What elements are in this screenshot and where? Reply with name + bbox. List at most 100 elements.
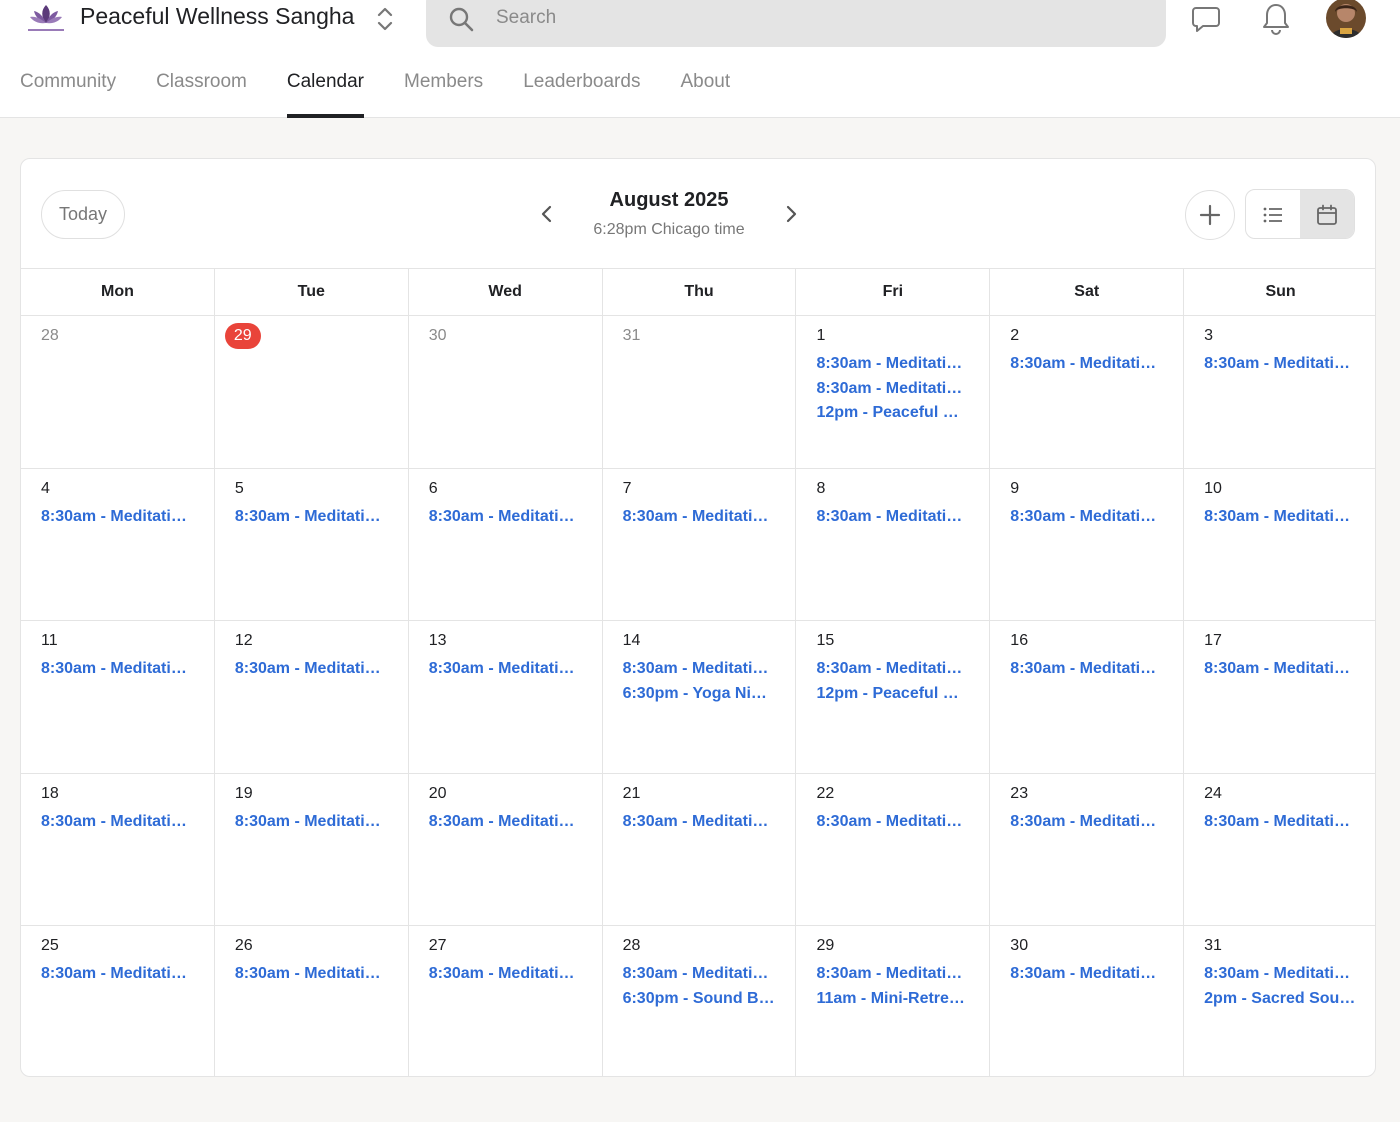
day-cell[interactable]: 30	[409, 316, 603, 468]
day-cell[interactable]: 5 8:30am - Meditatio…	[215, 468, 409, 620]
lotus-logo[interactable]	[26, 2, 66, 34]
day-cell[interactable]: 14 8:30am - Meditatio… 6:30pm - Yoga Nid…	[603, 621, 797, 773]
event-link[interactable]: 11am - Mini-Retre…	[816, 989, 969, 1009]
tab-about[interactable]: About	[680, 62, 730, 118]
event-link[interactable]: 8:30am - Meditatio…	[1010, 964, 1163, 984]
event-link[interactable]: 8:30am - Meditatio…	[41, 507, 194, 527]
event-link[interactable]: 8:30am - Meditatio…	[429, 507, 582, 527]
day-cell[interactable]: 13 8:30am - Meditatio…	[409, 621, 603, 773]
tab-members[interactable]: Members	[404, 62, 483, 118]
day-cell[interactable]: 10 8:30am - Meditatio…	[1184, 469, 1375, 621]
day-number: 18	[41, 784, 59, 802]
tab-calendar[interactable]: Calendar	[286, 62, 365, 118]
event-link[interactable]: 8:30am - Meditatio…	[1010, 354, 1163, 374]
list-view-button[interactable]	[1246, 190, 1300, 238]
event-link[interactable]: 8:30am - Meditatio…	[429, 964, 582, 984]
event-link[interactable]: 8:30am - Meditatio…	[623, 659, 776, 679]
add-event-button[interactable]	[1185, 190, 1235, 240]
day-cell[interactable]: 23 8:30am - Meditatio…	[990, 773, 1185, 925]
day-cell[interactable]: 27 8:30am - Meditatio…	[409, 926, 603, 1076]
chat-icon[interactable]	[1186, 0, 1226, 38]
day-cell[interactable]: 4 8:30am - Meditatio…	[21, 468, 215, 620]
day-number: 1	[816, 327, 826, 344]
day-cell[interactable]: 24 8:30am - Meditatio…	[1184, 774, 1375, 926]
avatar[interactable]	[1326, 0, 1366, 38]
day-cell[interactable]: 30 8:30am - Meditatio…	[990, 926, 1185, 1076]
day-cell[interactable]: 25 8:30am - Meditatio…	[21, 926, 215, 1076]
day-cell[interactable]: 15 8:30am - Meditatio… 12pm - Peaceful M…	[796, 621, 991, 773]
day-cell[interactable]: 26 8:30am - Meditatio…	[215, 926, 409, 1076]
day-cell[interactable]: 17 8:30am - Meditatio…	[1184, 621, 1375, 773]
event-link[interactable]: 8:30am - Meditatio…	[623, 507, 776, 527]
day-cell[interactable]: 9 8:30am - Meditatio…	[990, 468, 1185, 620]
event-link[interactable]: 8:30am - Meditatio…	[1204, 507, 1357, 527]
day-cell[interactable]: 2 8:30am - Meditatio…	[990, 316, 1185, 468]
event-link[interactable]: 2pm - Sacred Soun…	[1204, 989, 1357, 1009]
event-link[interactable]: 8:30am - Meditatio…	[235, 812, 388, 832]
event-link[interactable]: 6:30pm - Yoga Nid…	[623, 684, 776, 704]
day-cell[interactable]: 29 8:30am - Meditatio… 11am - Mini-Retre…	[796, 926, 991, 1076]
event-link[interactable]: 8:30am - Meditatio…	[1010, 812, 1163, 832]
event-link[interactable]: 8:30am - Meditatio…	[1010, 659, 1163, 679]
event-link[interactable]: 8:30am - Meditatio…	[235, 659, 388, 679]
day-cell[interactable]: 12 8:30am - Meditatio…	[215, 621, 409, 773]
day-number: 4	[41, 479, 50, 497]
day-cell[interactable]: 7 8:30am - Meditatio…	[603, 468, 797, 620]
day-cell[interactable]: 31	[603, 316, 797, 468]
event-link[interactable]: 8:30am - Meditatio…	[1204, 964, 1357, 984]
day-number: 30	[428, 327, 447, 344]
event-link[interactable]: 8:30am - Meditatio…	[623, 812, 776, 832]
day-cell[interactable]: 28 8:30am - Meditatio… 6:30pm - Sound Ba…	[603, 926, 797, 1076]
day-cell[interactable]: 3 8:30am - Meditatio…	[1184, 316, 1375, 468]
event-link[interactable]: 8:30am - Meditatio…	[1204, 812, 1357, 832]
day-number: 27	[428, 937, 447, 954]
today-button[interactable]: Today	[41, 190, 125, 239]
community-name[interactable]: Peaceful Wellness Sangha	[80, 3, 354, 30]
tab-community[interactable]: Community	[20, 62, 116, 118]
day-cell[interactable]: 28	[21, 316, 215, 468]
event-link[interactable]: 12pm - Peaceful M…	[816, 684, 969, 704]
event-link[interactable]: 8:30am - Meditatio…	[816, 379, 969, 399]
day-cell[interactable]: 6 8:30am - Meditatio…	[409, 468, 603, 620]
event-link[interactable]: 6:30pm - Sound Ba…	[623, 989, 776, 1009]
event-link[interactable]: 8:30am - Meditatio…	[623, 964, 776, 984]
calendar-icon	[1317, 204, 1337, 225]
search-bar[interactable]	[426, 0, 1166, 47]
day-cell[interactable]: 20 8:30am - Meditatio…	[409, 773, 603, 925]
event-link[interactable]: 8:30am - Meditatio…	[1010, 507, 1163, 527]
tab-classroom[interactable]: Classroom	[156, 62, 247, 118]
day-cell[interactable]: 18 8:30am - Meditatio…	[21, 773, 215, 925]
search-input[interactable]	[496, 0, 1136, 35]
event-link[interactable]: 8:30am - Meditatio…	[816, 659, 969, 679]
day-cell[interactable]: 21 8:30am - Meditatio…	[603, 773, 797, 925]
event-link[interactable]: 8:30am - Meditatio…	[816, 964, 969, 984]
event-link[interactable]: 8:30am - Meditatio…	[41, 812, 194, 832]
event-link[interactable]: 8:30am - Meditatio…	[235, 507, 388, 527]
day-cell[interactable]: 29	[215, 316, 409, 468]
switcher-icon[interactable]	[372, 4, 398, 34]
event-link[interactable]: 8:30am - Meditatio…	[1204, 659, 1357, 679]
event-link[interactable]: 8:30am - Meditatio…	[429, 812, 582, 832]
event-link[interactable]: 8:30am - Meditatio…	[429, 659, 582, 679]
event-link[interactable]: 8:30am - Meditatio…	[235, 964, 388, 984]
prev-month-button[interactable]	[533, 200, 561, 228]
day-cell[interactable]: 22 8:30am - Meditatio…	[796, 773, 991, 925]
day-number: 30	[1010, 937, 1029, 954]
day-cell[interactable]: 11 8:30am - Meditatio…	[21, 621, 215, 773]
next-month-button[interactable]	[777, 200, 805, 228]
event-link[interactable]: 8:30am - Meditatio…	[816, 354, 969, 374]
event-link[interactable]: 8:30am - Meditatio…	[41, 659, 194, 679]
day-cell[interactable]: 1 8:30am - Meditatio… 8:30am - Meditatio… 1…	[796, 316, 991, 468]
day-cell[interactable]: 16 8:30am - Meditatio…	[990, 621, 1185, 773]
calendar-view-button[interactable]	[1300, 190, 1354, 238]
day-cell[interactable]: 8 8:30am - Meditatio…	[796, 468, 991, 620]
bell-icon[interactable]	[1256, 0, 1296, 38]
event-link[interactable]: 12pm - Peaceful M…	[816, 403, 969, 423]
day-cell[interactable]: 31 8:30am - Meditatio… 2pm - Sacred Soun…	[1184, 926, 1375, 1076]
event-link[interactable]: 8:30am - Meditatio…	[816, 507, 969, 527]
day-cell[interactable]: 19 8:30am - Meditatio…	[215, 773, 409, 925]
event-link[interactable]: 8:30am - Meditatio…	[41, 964, 194, 984]
event-link[interactable]: 8:30am - Meditatio…	[816, 812, 969, 832]
tab-leaderboards[interactable]: Leaderboards	[523, 62, 640, 118]
event-link[interactable]: 8:30am - Meditatio…	[1204, 354, 1357, 374]
